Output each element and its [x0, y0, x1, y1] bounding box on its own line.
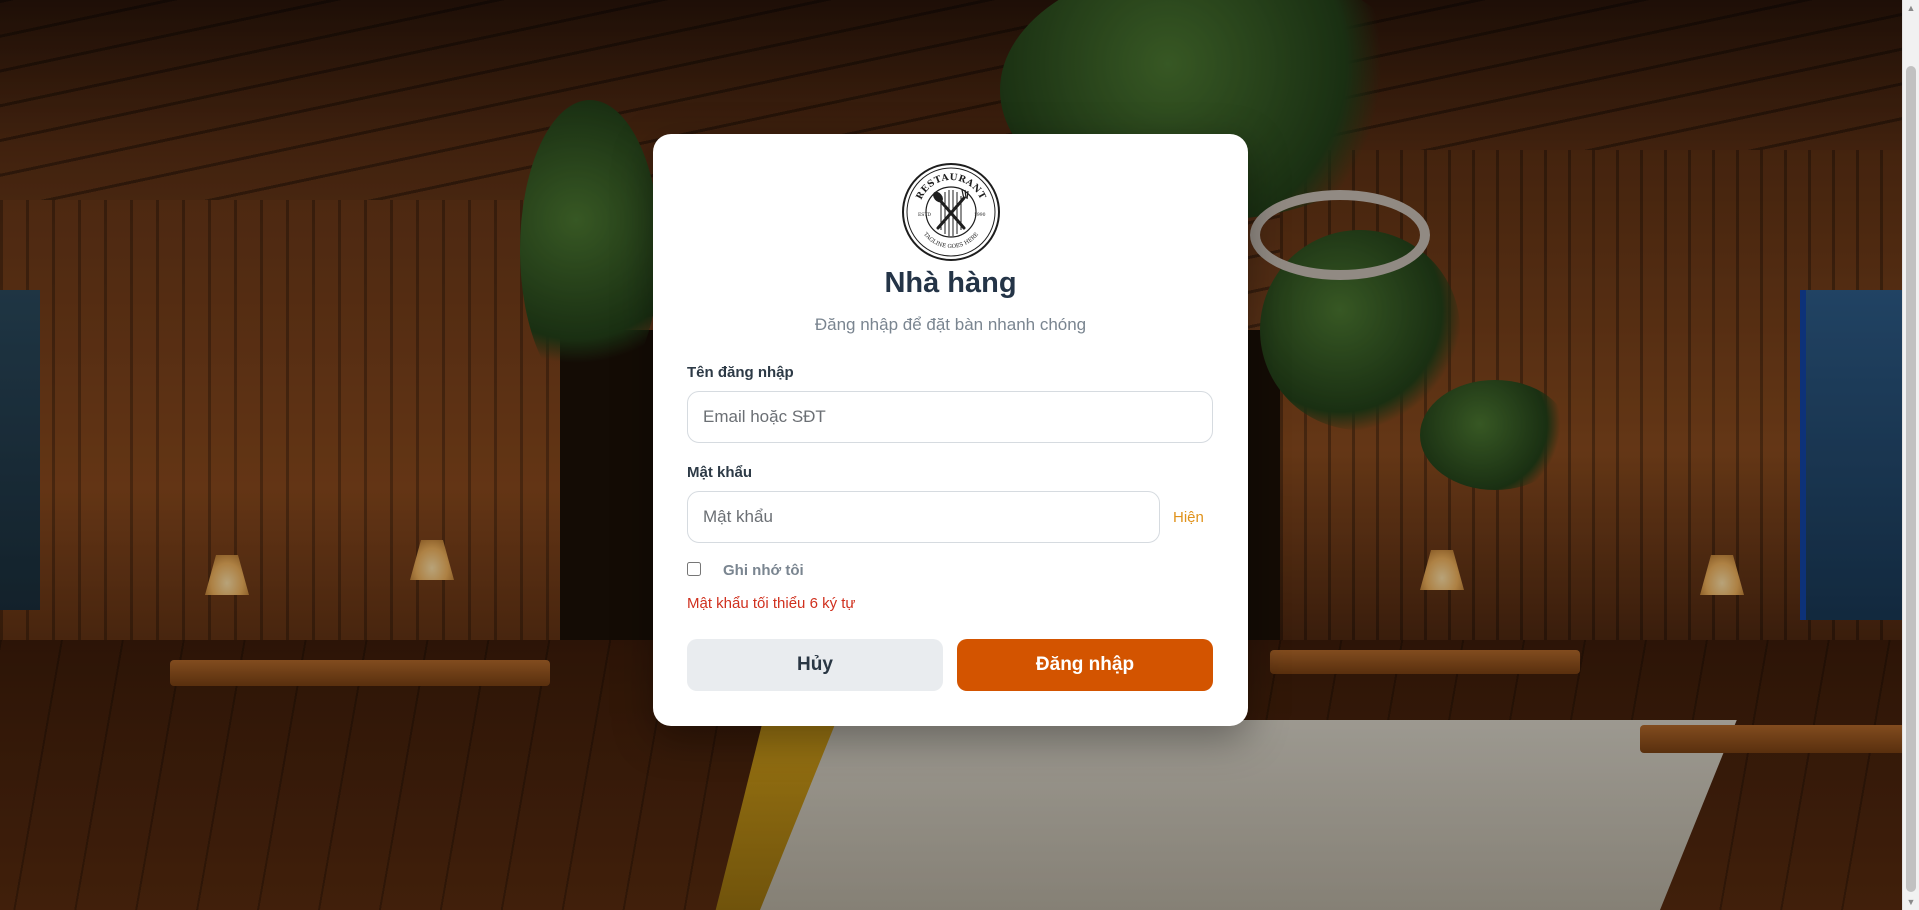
password-label: Mật khẩu: [687, 464, 753, 481]
logo-right-text: 1990: [974, 212, 986, 218]
password-error-message: Mật khẩu tối thiểu 6 ký tự: [687, 595, 856, 612]
scroll-down-icon[interactable]: ▼: [1903, 894, 1919, 910]
remember-me-label[interactable]: Ghi nhớ tôi: [723, 562, 804, 579]
scroll-up-icon[interactable]: ▲: [1903, 0, 1919, 16]
logo-left-text: ESTD: [918, 212, 931, 218]
page: ▲ ▼ RESTAURANT TAGLINE GOES HERE ESTD 19…: [0, 0, 1919, 910]
page-title: Nhà hàng: [884, 267, 1017, 299]
username-input[interactable]: [687, 391, 1213, 443]
page-scrollbar[interactable]: ▲ ▼: [1902, 0, 1919, 910]
password-input[interactable]: [687, 491, 1160, 543]
cancel-button[interactable]: Hủy: [687, 639, 943, 691]
remember-me-checkbox[interactable]: [687, 562, 701, 576]
restaurant-logo-icon: RESTAURANT TAGLINE GOES HERE ESTD 1990: [902, 163, 1000, 261]
page-subtitle: Đăng nhập để đặt bàn nhanh chóng: [814, 315, 1087, 334]
scrollbar-thumb[interactable]: [1906, 66, 1916, 892]
login-button[interactable]: Đăng nhập: [957, 639, 1213, 691]
username-label: Tên đăng nhập: [687, 364, 794, 381]
login-card: RESTAURANT TAGLINE GOES HERE ESTD 1990 N…: [653, 134, 1248, 726]
show-password-toggle[interactable]: Hiện: [1173, 509, 1204, 526]
